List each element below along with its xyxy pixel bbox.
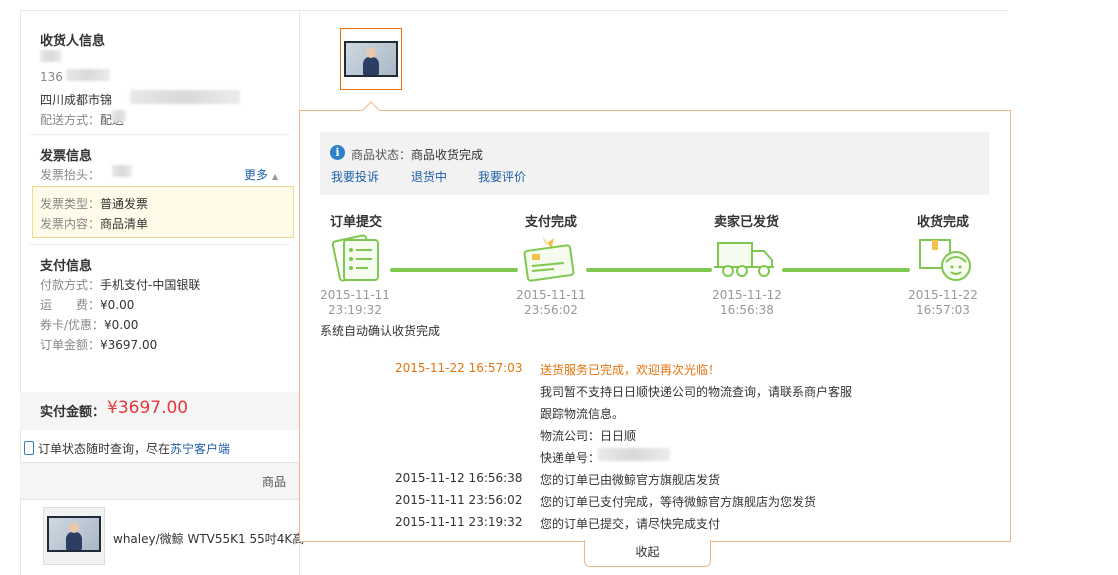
order-amount-value: ¥3697.00 bbox=[100, 338, 158, 352]
step-date: 2015-11-11 bbox=[320, 288, 390, 302]
order-document-icon bbox=[331, 234, 379, 282]
invoice-header-blurred bbox=[112, 165, 132, 177]
coupon-label: 券卡/优惠： bbox=[40, 318, 105, 332]
payment-method-label: 付款方式： bbox=[40, 278, 101, 292]
phone-icon bbox=[24, 441, 34, 455]
progress-line-3 bbox=[782, 268, 910, 272]
progress-line-2 bbox=[586, 268, 712, 272]
payment-method-row: 付款方式：手机支付-中国银联 bbox=[40, 276, 200, 293]
log-time: 2015-11-22 16:57:03 bbox=[395, 361, 523, 375]
divider bbox=[30, 244, 290, 245]
receiver-title: 收货人信息 bbox=[40, 34, 106, 49]
invoice-type-label: 发票类型： bbox=[40, 197, 101, 211]
receiver-address: 四川成都市锦 bbox=[40, 93, 113, 107]
product-status-value: 商品收货完成 bbox=[411, 148, 484, 162]
coupon-row: 券卡/优惠：¥0.00 bbox=[40, 316, 138, 333]
received-package-icon bbox=[919, 239, 971, 281]
client-notice-text: 订单状态随时查询，尽在 bbox=[38, 442, 171, 456]
shipping-fee-value: ¥0.00 bbox=[100, 298, 135, 312]
client-notice: 订单状态随时查询，尽在苏宁客户端 bbox=[24, 440, 230, 457]
delivery-blurred bbox=[112, 110, 126, 122]
invoice-header-label: 发票抬头： bbox=[40, 168, 101, 182]
invoice-type-value: 普通发票 bbox=[100, 197, 149, 211]
info-icon: i bbox=[330, 145, 345, 160]
invoice-content-label: 发票内容： bbox=[40, 217, 101, 231]
log-text: 我司暂不支持日日顺快递公司的物流查询，请联系商户客服 bbox=[540, 385, 853, 399]
log-time: 2015-11-11 23:56:02 bbox=[395, 493, 523, 507]
log-time: 2015-11-12 16:56:38 bbox=[395, 471, 523, 485]
receiver-name-blurred bbox=[40, 50, 62, 62]
complaint-link[interactable]: 我要投诉 bbox=[331, 168, 379, 185]
shipping-fee-row: 运 费：¥0.00 bbox=[40, 296, 134, 313]
log-text-highlight: 送货服务已完成，欢迎再次光临！ bbox=[540, 363, 721, 377]
step-date-payment-complete: 2015-11-11 23:56:02 bbox=[511, 288, 591, 318]
step-title-shipped: 卖家已发货 bbox=[714, 215, 780, 230]
step-time: 16:57:03 bbox=[916, 303, 970, 317]
step-title-received: 收货完成 bbox=[917, 215, 970, 230]
payment-title: 支付信息 bbox=[40, 259, 93, 274]
total-label: 实付金额： bbox=[40, 405, 106, 420]
step-date: 2015-11-22 bbox=[908, 288, 978, 302]
log-text: 跟踪物流信息。 bbox=[540, 407, 625, 421]
invoice-type-row: 发票类型：普通发票 bbox=[40, 195, 148, 212]
log-text: 您的订单已支付完成，等待微鲸官方旗舰店为您发货 bbox=[540, 495, 817, 509]
receiver-address-blurred bbox=[130, 90, 240, 104]
delivery-label: 配送方式： bbox=[40, 113, 101, 127]
product-table-header bbox=[20, 462, 299, 500]
receiver-phone-prefix: 136 bbox=[40, 70, 63, 84]
person-figure bbox=[363, 57, 379, 75]
log-text: 您的订单已由微鲸官方旗舰店发货 bbox=[540, 473, 721, 487]
auto-confirm-note: 系统自动确认收货完成 bbox=[320, 324, 441, 338]
product-thumbnail[interactable] bbox=[43, 507, 105, 565]
progress-line-1 bbox=[390, 268, 518, 272]
tracking-number-label: 快递单号： bbox=[540, 451, 601, 465]
person-figure bbox=[66, 532, 82, 550]
person-face bbox=[69, 523, 79, 533]
invoice-more-label: 更多 bbox=[244, 168, 269, 182]
order-amount-label: 订单金额： bbox=[40, 338, 101, 352]
logistics-company: 物流公司：日日顺 bbox=[540, 429, 637, 443]
suning-client-link[interactable]: 苏宁客户端 bbox=[170, 442, 230, 456]
invoice-content-value: 商品清单 bbox=[100, 217, 149, 231]
product-name-link[interactable]: whaley/微鲸 WTV55K1 55吋4K高 bbox=[113, 530, 304, 547]
step-time: 16:56:38 bbox=[720, 303, 774, 317]
step-time: 23:19:32 bbox=[328, 303, 382, 317]
product-column-header: 商品 bbox=[262, 475, 287, 489]
step-date: 2015-11-11 bbox=[516, 288, 586, 302]
selected-product-thumbnail[interactable] bbox=[340, 28, 402, 90]
invoice-content-row: 发票内容：商品清单 bbox=[40, 215, 148, 232]
return-status-link[interactable]: 退货中 bbox=[411, 168, 447, 185]
payment-card-icon bbox=[523, 236, 575, 282]
popup-pointer-icon bbox=[362, 101, 380, 112]
step-date-received: 2015-11-22 16:57:03 bbox=[903, 288, 983, 318]
step-title-order-submitted: 订单提交 bbox=[330, 215, 383, 230]
tracking-number-blurred bbox=[598, 448, 670, 461]
step-time: 23:56:02 bbox=[524, 303, 578, 317]
invoice-title: 发票信息 bbox=[40, 149, 93, 164]
caret-up-icon: ▲ bbox=[272, 172, 279, 181]
person-face bbox=[366, 48, 376, 58]
status-box bbox=[320, 132, 989, 195]
receiver-phone-blurred bbox=[66, 69, 110, 81]
payment-method-value: 手机支付-中国银联 bbox=[100, 278, 201, 292]
step-title-payment-complete: 支付完成 bbox=[525, 215, 578, 230]
total-value: ¥3697.00 bbox=[107, 398, 189, 418]
log-time: 2015-11-11 23:19:32 bbox=[395, 515, 523, 529]
collapse-button[interactable]: 收起 bbox=[584, 540, 711, 567]
product-status-label: 商品状态： bbox=[351, 148, 412, 162]
shipping-fee-label: 运 费： bbox=[40, 298, 101, 312]
review-link[interactable]: 我要评价 bbox=[478, 168, 526, 185]
divider bbox=[30, 134, 290, 135]
invoice-more-link[interactable]: 更多 ▲ bbox=[244, 166, 278, 183]
log-text: 您的订单已提交，请尽快完成支付 bbox=[540, 517, 721, 531]
delivery-truck-icon bbox=[714, 242, 774, 277]
step-date-shipped: 2015-11-12 16:56:38 bbox=[707, 288, 787, 318]
product-status: 商品状态：商品收货完成 bbox=[351, 146, 483, 163]
receiver-phone: 136 bbox=[40, 70, 63, 84]
coupon-value: ¥0.00 bbox=[104, 318, 139, 332]
order-amount-row: 订单金额：¥3697.00 bbox=[40, 336, 157, 353]
step-date: 2015-11-12 bbox=[712, 288, 782, 302]
step-date-order-submitted: 2015-11-11 23:19:32 bbox=[315, 288, 395, 318]
